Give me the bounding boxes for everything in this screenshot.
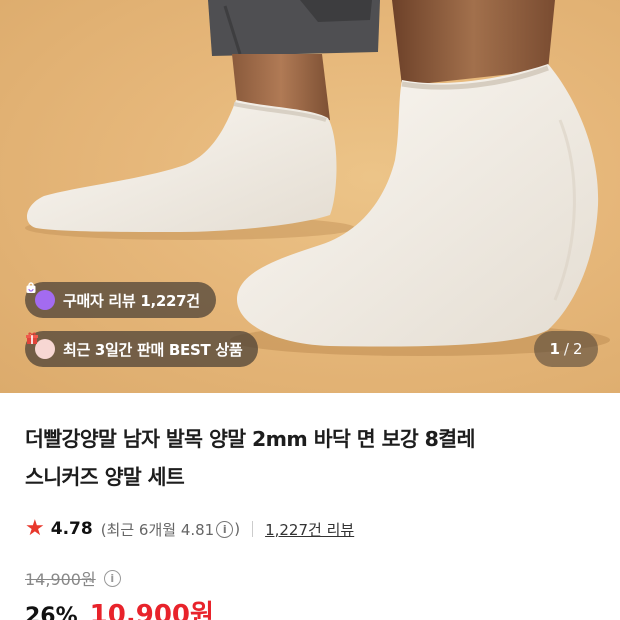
rating-score: 4.78 bbox=[50, 519, 93, 539]
image-page-counter: 1 / 2 bbox=[534, 331, 598, 367]
sale-price-row: 26% 10,900원 bbox=[25, 594, 214, 620]
info-icon[interactable]: i bbox=[216, 520, 234, 538]
review-count-badge-label: 구매자 리뷰 1,227건 bbox=[63, 291, 200, 310]
rating-row: ★ 4.78 (최근 6개월 4.81 i ) 1,227건 리뷰 bbox=[25, 515, 354, 543]
review-count-link[interactable]: 1,227건 리뷰 bbox=[265, 519, 354, 540]
rating-divider bbox=[252, 521, 254, 537]
product-title-line-2: 스니커즈 양말 세트 bbox=[25, 465, 185, 489]
product-title-line-1: 더빨강양말 남자 발목 양말 2mm 바닥 면 보강 8켤레 bbox=[25, 427, 475, 451]
original-price-row: 14,900원 i bbox=[25, 566, 122, 590]
best-seller-badge: 최근 3일간 판매 BEST 상품 bbox=[25, 331, 259, 367]
current-image-index: 1 bbox=[549, 340, 560, 358]
review-count-badge: 구매자 리뷰 1,227건 bbox=[25, 282, 216, 318]
product-title: 더빨강양말 남자 발목 양말 2mm 바닥 면 보강 8켤레 스니커즈 양말 세… bbox=[25, 420, 595, 496]
sale-price: 10,900원 bbox=[89, 600, 214, 620]
star-icon: ★ bbox=[25, 516, 45, 541]
gift-icon bbox=[26, 332, 55, 359]
recent-rating-text: (최근 6개월 4.81 bbox=[100, 520, 215, 539]
total-image-count: 2 bbox=[572, 340, 583, 358]
best-seller-badge-label: 최근 3일간 판매 BEST 상품 bbox=[63, 340, 243, 359]
original-price: 14,900원 bbox=[25, 570, 96, 589]
shopping-bag-icon bbox=[26, 282, 55, 310]
price-info-icon[interactable]: i bbox=[103, 569, 121, 587]
recent-rating: (최근 6개월 4.81 i ) bbox=[101, 519, 240, 540]
image-counter-separator: / bbox=[563, 340, 569, 358]
discount-rate: 26% bbox=[25, 604, 78, 620]
product-image[interactable]: 구매자 리뷰 1,227건 최근 3일간 판매 BEST 상품 1 / 2 bbox=[0, 0, 620, 393]
recent-rating-close: ) bbox=[234, 520, 241, 538]
